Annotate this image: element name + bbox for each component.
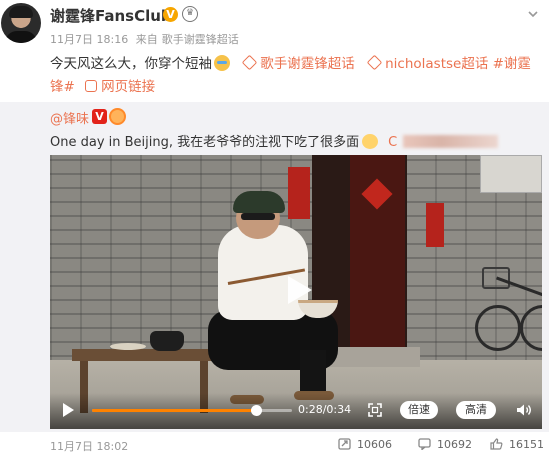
vip-badge-icon[interactable]: V: [163, 7, 178, 22]
comment-count: 10692: [437, 438, 472, 451]
topic-link-1[interactable]: 歌手谢霆锋超话: [234, 54, 355, 72]
super-topic-icon: [242, 54, 258, 71]
play-overlay-icon[interactable]: [274, 267, 320, 313]
cat-emoji-icon: [362, 134, 379, 149]
web-link[interactable]: 网页链接: [79, 79, 155, 95]
crown-icon[interactable]: ♛: [182, 6, 198, 22]
thumbs-up-icon: [490, 438, 503, 450]
progress-handle[interactable]: [251, 405, 262, 416]
weibo-post: 谢霆锋FansClub V ♛ 11月7日 18:16 来自 歌手谢霆锋超话 今天…: [0, 0, 549, 454]
verified-badge-icon[interactable]: V: [92, 109, 107, 124]
person-cap: [233, 191, 285, 213]
progress-bar[interactable]: [92, 405, 292, 416]
like-button[interactable]: 16151: [490, 438, 544, 451]
post-footer: 11月7日 18:02 10606 10692 16151: [0, 432, 549, 454]
wooden-table: [72, 349, 217, 361]
time-display: 0:28/0:34: [298, 403, 352, 416]
avatar[interactable]: [1, 3, 41, 43]
playback-speed-button[interactable]: 倍速: [400, 401, 438, 419]
progress-fill: [92, 409, 256, 412]
person-leg: [300, 350, 326, 395]
avatar-shirt: [5, 31, 37, 43]
cooking-pot: [150, 331, 184, 351]
topic-link-2[interactable]: nicholastse超话: [359, 54, 489, 72]
volume-icon[interactable]: [516, 403, 532, 417]
repost-date[interactable]: 11月7日 18:02: [50, 438, 128, 454]
post-source[interactable]: 歌手谢霆锋超话: [162, 33, 239, 46]
web-link-label: 网页链接: [101, 79, 156, 95]
chevron-down-icon[interactable]: [527, 8, 539, 20]
post-text: 今天风这么大，你穿个短袖 歌手谢霆锋超话 nicholastse超话 #谢霆锋#…: [50, 53, 540, 99]
fullscreen-icon[interactable]: [368, 403, 382, 417]
quality-button[interactable]: 高清: [456, 401, 496, 419]
post-date[interactable]: 11月7日 18:16: [50, 33, 128, 46]
repost-body: One day in Beijing, 我在老爷爷的注视下吃了很多面: [50, 135, 360, 150]
topic-label-1: 歌手谢霆锋超话: [260, 56, 355, 72]
bicycle-wheel: [475, 305, 521, 351]
red-couplet-right: [426, 203, 444, 247]
video-player[interactable]: 0:28/0:34 倍速 高清: [50, 155, 542, 429]
topic-label-2: nicholastse超话: [385, 56, 489, 72]
repost-text: One day in Beijing, 我在老爷爷的注视下吃了很多面 C: [50, 131, 499, 150]
ac-unit: [480, 155, 542, 193]
medal-icon[interactable]: [109, 108, 126, 125]
author-name[interactable]: 谢霆锋FansClub: [50, 5, 172, 26]
redacted-text: [403, 135, 499, 148]
sweat-emoji-icon: [214, 55, 230, 71]
repost-button[interactable]: 10606: [338, 438, 392, 451]
play-icon[interactable]: [60, 402, 76, 418]
repost-count: 10606: [357, 438, 392, 451]
repost-author[interactable]: @锋味: [50, 108, 89, 127]
plate: [110, 343, 146, 350]
hashtag-part-1: #谢霆: [492, 56, 531, 72]
post-meta: 11月7日 18:16 来自 歌手谢霆锋超话: [50, 31, 243, 47]
like-count: 16151: [509, 438, 544, 451]
hashtag-part-2: 锋#: [50, 79, 75, 95]
video-controls: 0:28/0:34 倍速 高清: [50, 393, 542, 429]
post-body: 今天风这么大，你穿个短袖: [50, 56, 212, 72]
comment-button[interactable]: 10692: [418, 438, 472, 451]
red-couplet-left: [288, 167, 310, 219]
comment-icon: [418, 438, 431, 451]
super-topic-icon: [366, 54, 383, 71]
redacted-prefix: C: [388, 135, 398, 150]
link-icon: [85, 80, 98, 92]
source-prefix: 来自: [135, 33, 158, 46]
share-icon: [338, 438, 351, 450]
repost-card: @锋味 V One day in Beijing, 我在老爷爷的注视下吃了很多面…: [0, 102, 549, 432]
avatar-hair: [9, 6, 33, 18]
person-glasses: [241, 213, 275, 220]
